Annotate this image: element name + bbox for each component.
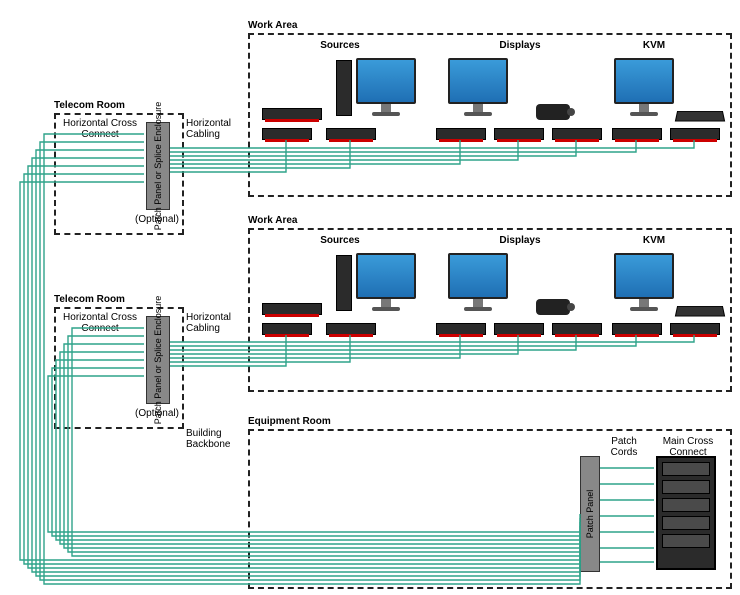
wa2-endpoint-7	[670, 323, 720, 335]
wa2-kvm-monitor	[614, 253, 674, 311]
server-rack	[656, 456, 716, 570]
telecom-room-2-cross-connect: Horizontal Cross Connect	[60, 312, 140, 334]
wa1-display-monitor	[448, 58, 508, 116]
wa1-projector	[536, 104, 570, 120]
work-area-1-title: Work Area	[248, 20, 297, 31]
telecom-room-2-title: Telecom Room	[54, 294, 125, 305]
wa1-endpoint-5	[552, 128, 602, 140]
wa1-endpoint-2	[326, 128, 376, 140]
wa2-display-monitor	[448, 253, 508, 311]
main-cross-connect-label: Main Cross Connect	[648, 436, 728, 458]
telecom-room-2-horizontal-cabling: Horizontal Cabling	[186, 312, 242, 334]
work-area-2-kvm-label: KVM	[634, 235, 674, 246]
wa2-endpoint-2	[326, 323, 376, 335]
equipment-room-patch-label: Patch Panel	[585, 490, 595, 539]
wa2-source-device	[262, 303, 322, 315]
work-area-2-displays-label: Displays	[490, 235, 550, 246]
wa1-kvm-monitor	[614, 58, 674, 116]
wa1-source-tower	[336, 60, 352, 116]
wa2-endpoint-5	[552, 323, 602, 335]
wa1-source-monitor	[356, 58, 416, 116]
telecom-room-1-cross-connect: Horizontal Cross Connect	[60, 118, 140, 140]
patch-cords-label: Patch Cords	[604, 436, 644, 458]
telecom-room-1-optional: (Optional)	[128, 214, 186, 225]
wa1-endpoint-3	[436, 128, 486, 140]
work-area-1-displays-label: Displays	[490, 40, 550, 51]
telecom-room-1-patch-label: Patch Panel or Splice Enclosure	[153, 102, 163, 231]
telecom-room-1-patch-panel: Patch Panel or Splice Enclosure	[146, 122, 170, 210]
server-slot	[662, 498, 710, 512]
work-area-2-title: Work Area	[248, 215, 297, 226]
wa1-endpoint-6	[612, 128, 662, 140]
telecom-room-1-horizontal-cabling: Horizontal Cabling	[186, 118, 242, 140]
wa1-endpoint-1	[262, 128, 312, 140]
wa2-endpoint-4	[494, 323, 544, 335]
telecom-room-2-optional: (Optional)	[128, 408, 186, 419]
wa2-source-tower	[336, 255, 352, 311]
work-area-1-sources-label: Sources	[310, 40, 370, 51]
wa2-source-monitor	[356, 253, 416, 311]
server-slot	[662, 516, 710, 530]
wa1-endpoint-4	[494, 128, 544, 140]
wa1-source-device	[262, 108, 322, 120]
wa2-endpoint-6	[612, 323, 662, 335]
wa1-endpoint-7	[670, 128, 720, 140]
work-area-2-sources-label: Sources	[310, 235, 370, 246]
server-slot	[662, 462, 710, 476]
wa1-keyboard	[675, 111, 725, 122]
equipment-room-patch-panel: Patch Panel	[580, 456, 600, 572]
equipment-room-title: Equipment Room	[248, 416, 331, 427]
wa2-endpoint-3	[436, 323, 486, 335]
server-slot	[662, 480, 710, 494]
work-area-1-kvm-label: KVM	[634, 40, 674, 51]
telecom-room-2-patch-label: Patch Panel or Splice Enclosure	[153, 296, 163, 425]
server-slot	[662, 534, 710, 548]
telecom-room-1-title: Telecom Room	[54, 100, 125, 111]
wa2-endpoint-1	[262, 323, 312, 335]
wa2-projector	[536, 299, 570, 315]
telecom-room-2-patch-panel: Patch Panel or Splice Enclosure	[146, 316, 170, 404]
building-backbone-label: Building Backbone	[186, 428, 242, 450]
